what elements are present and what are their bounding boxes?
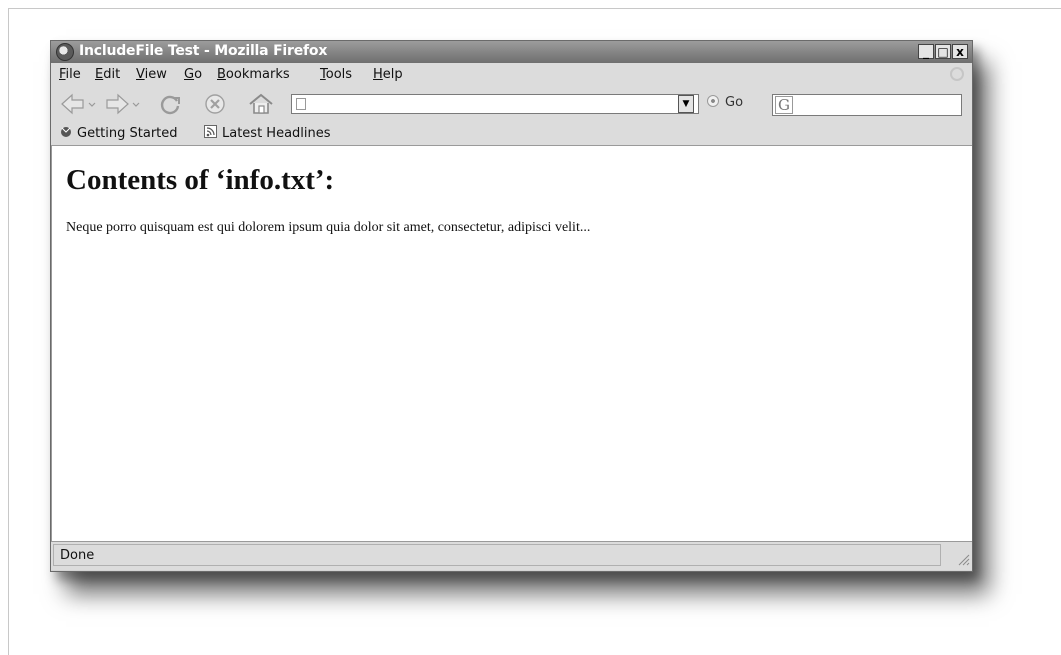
menu-go-accel: G <box>184 67 195 82</box>
menu-go[interactable]: Go <box>184 67 202 82</box>
menu-bookmarks-label: ookmarks <box>225 67 290 82</box>
navigation-toolbar: ▼ Go G <box>51 88 972 122</box>
frame-border-left <box>8 8 9 655</box>
bookmark-latest-headlines-label: Latest Headlines <box>222 126 331 141</box>
menu-edit-label: dit <box>103 67 121 82</box>
menu-file-label: ile <box>65 67 81 82</box>
page-heading: Contents of ‘info.txt’: <box>66 164 335 196</box>
bookmarks-toolbar: Getting Started Latest Headlines <box>51 121 972 146</box>
menu-tools-label: ools <box>325 67 353 82</box>
search-field[interactable]: G <box>772 94 962 116</box>
home-icon[interactable] <box>247 92 275 116</box>
activity-throbber-icon <box>950 67 964 81</box>
menu-bookmarks[interactable]: Bookmarks <box>217 67 290 82</box>
page-icon <box>296 98 306 110</box>
menu-edit-accel: E <box>95 67 104 82</box>
url-dropdown-button[interactable]: ▼ <box>678 95 694 113</box>
menu-bar: File Edit View Go Bookmarks Tools Help <box>51 63 972 89</box>
maximize-button[interactable]: □ <box>935 44 951 59</box>
menu-tools[interactable]: Tools <box>320 67 352 82</box>
menu-go-label: o <box>194 67 203 82</box>
status-text: Done <box>60 548 95 563</box>
stop-icon[interactable] <box>201 92 229 116</box>
menu-file[interactable]: File <box>59 67 81 82</box>
go-arrow-icon <box>707 95 719 107</box>
menu-edit[interactable]: Edit <box>95 67 120 82</box>
menu-view[interactable]: View <box>136 67 167 82</box>
firefox-logo-icon <box>56 43 74 61</box>
bookmark-latest-headlines[interactable]: Latest Headlines <box>204 125 331 141</box>
page-paragraph: Neque porro quisquam est qui dolorem ips… <box>66 220 591 235</box>
minimize-button[interactable]: _ <box>918 44 934 59</box>
status-bar: Done <box>51 541 972 570</box>
google-search-icon[interactable]: G <box>775 96 793 114</box>
go-label: Go <box>725 95 744 110</box>
menu-help-label: elp <box>382 67 403 82</box>
menu-bookmarks-accel: B <box>217 67 226 82</box>
menu-view-accel: V <box>136 67 145 82</box>
url-field[interactable] <box>291 94 699 114</box>
title-bar[interactable]: IncludeFile Test - Mozilla Firefox _ □ x <box>51 41 972 63</box>
frame-border-top <box>8 8 1061 9</box>
getting-started-icon <box>61 127 71 137</box>
window-title: IncludeFile Test - Mozilla Firefox <box>79 43 328 59</box>
browser-window: IncludeFile Test - Mozilla Firefox _ □ x… <box>50 40 973 572</box>
rss-feed-icon <box>204 125 217 138</box>
bookmark-getting-started[interactable]: Getting Started <box>59 125 178 141</box>
menu-view-label: iew <box>144 67 167 82</box>
forward-icon[interactable] <box>103 92 143 116</box>
close-button[interactable]: x <box>952 44 968 59</box>
reload-icon[interactable] <box>156 92 184 116</box>
menu-help[interactable]: Help <box>373 67 403 82</box>
page-content: Contents of ‘info.txt’: Neque porro quis… <box>51 146 972 541</box>
status-panel: Done <box>53 544 941 566</box>
resize-grip-icon[interactable] <box>956 552 970 566</box>
go-button[interactable]: Go <box>707 95 743 110</box>
menu-help-accel: H <box>373 67 383 82</box>
bookmark-getting-started-label: Getting Started <box>77 126 178 141</box>
back-icon[interactable] <box>59 92 99 116</box>
